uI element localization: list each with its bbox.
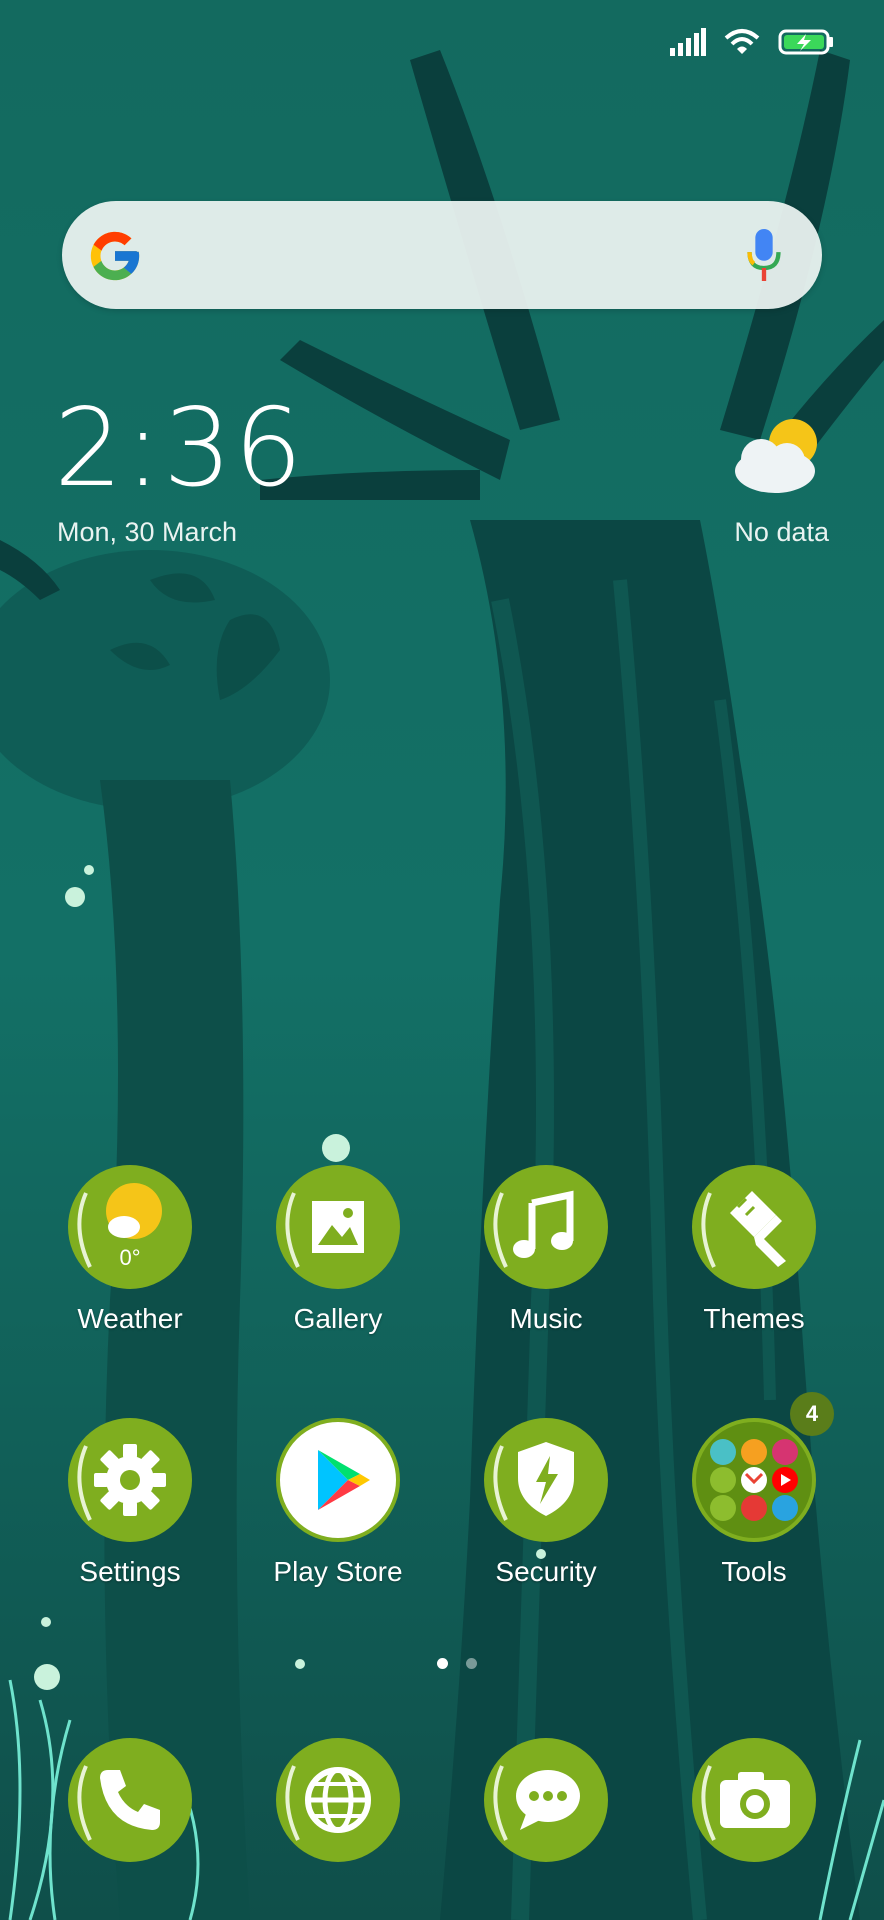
app-label-play-store: Play Store	[273, 1556, 403, 1587]
gear-icon	[66, 1416, 194, 1544]
weather-widget[interactable]	[722, 415, 832, 499]
app-tools-folder[interactable]: 4 Tools	[654, 1392, 854, 1588]
camera-icon	[690, 1736, 818, 1864]
clock-date[interactable]: Mon, 30 March	[57, 517, 237, 548]
mic-icon[interactable]	[746, 229, 782, 281]
search-input[interactable]	[162, 231, 726, 281]
tools-folder-icon: 4	[690, 1392, 834, 1544]
status-bar	[670, 22, 834, 62]
google-search-bar[interactable]	[62, 201, 822, 309]
app-play-store[interactable]: Play Store	[238, 1416, 438, 1588]
weather-status[interactable]: No data	[734, 517, 829, 548]
app-label-settings: Settings	[79, 1556, 181, 1587]
page-dot-1[interactable]	[437, 1658, 448, 1669]
paintbrush-icon	[690, 1163, 818, 1291]
app-security[interactable]: Security	[446, 1416, 646, 1588]
partly-cloudy-icon	[735, 419, 817, 493]
dock-phone[interactable]	[30, 1736, 230, 1864]
app-gallery[interactable]: Gallery	[238, 1163, 438, 1335]
phone-icon	[66, 1736, 194, 1864]
play-store-icon	[274, 1416, 402, 1544]
app-label-themes: Themes	[703, 1303, 805, 1334]
app-label-weather: Weather	[77, 1303, 183, 1334]
music-note-icon	[482, 1163, 610, 1291]
app-label-music: Music	[509, 1303, 583, 1334]
weather-app-icon: 0°	[66, 1163, 194, 1291]
app-settings[interactable]: Settings	[30, 1416, 230, 1588]
page-dot-2[interactable]	[466, 1658, 477, 1669]
dock-messages[interactable]	[446, 1736, 646, 1864]
dock-browser[interactable]	[238, 1736, 438, 1864]
weather-app-temp: 0°	[119, 1245, 140, 1270]
app-weather[interactable]: 0° Weather	[30, 1163, 230, 1335]
app-label-gallery: Gallery	[293, 1303, 383, 1334]
signal-icon	[670, 28, 706, 56]
app-themes[interactable]: Themes	[654, 1163, 854, 1335]
notification-badge: 4	[790, 1392, 834, 1436]
wifi-icon	[724, 29, 760, 54]
shield-lightning-icon	[482, 1416, 610, 1544]
dock-camera[interactable]	[654, 1736, 854, 1864]
app-label-security: Security	[495, 1556, 597, 1587]
app-music[interactable]: Music	[446, 1163, 646, 1335]
globe-icon	[274, 1736, 402, 1864]
app-label-tools: Tools	[721, 1556, 787, 1587]
gallery-icon	[274, 1163, 402, 1291]
page-indicator	[15, 1658, 884, 1669]
google-logo-icon	[90, 231, 140, 281]
battery-charging-icon	[778, 29, 833, 55]
chat-bubble-icon	[482, 1736, 610, 1864]
clock-time[interactable]: 2:36	[54, 395, 305, 503]
